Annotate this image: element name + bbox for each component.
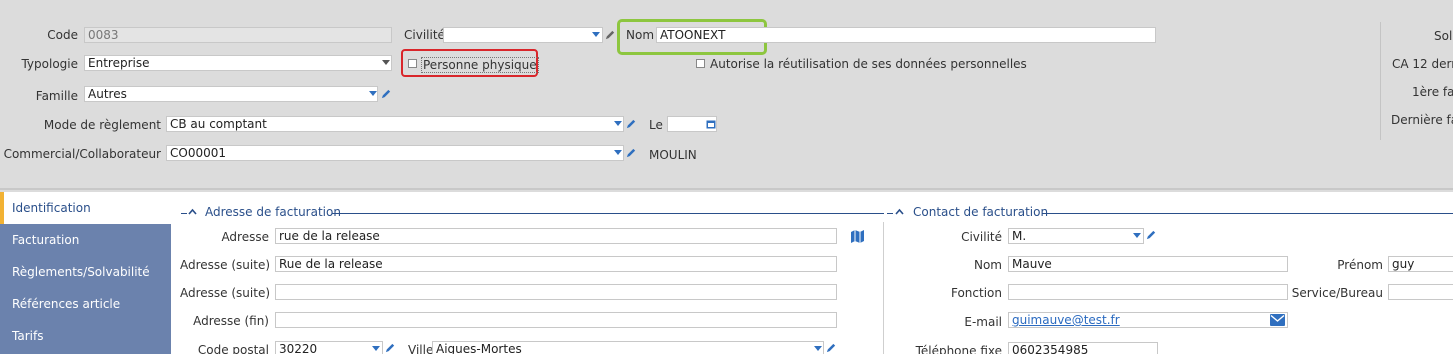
adresse-label: Adresse <box>221 230 269 244</box>
adresse-suite1-label: Adresse (suite) <box>180 258 271 272</box>
sidebar-item-tarifs[interactable]: Tarifs <box>0 320 171 352</box>
commercial-select[interactable]: CO00001 <box>166 145 624 161</box>
collapse-chevron-icon[interactable] <box>895 208 904 215</box>
contact-telephone-field[interactable]: 0602354985 <box>1008 342 1158 354</box>
contact-telephone-label: Téléphone fixe <box>915 344 1002 354</box>
contact-nom-label: Nom <box>973 258 1002 272</box>
ville-label: Ville <box>408 343 434 354</box>
collapse-chevron-icon[interactable] <box>188 208 197 215</box>
contact-service-field[interactable] <box>1388 284 1453 300</box>
chevron-down-icon[interactable] <box>372 346 380 351</box>
chevron-down-icon[interactable] <box>614 121 622 126</box>
chevron-down-icon[interactable] <box>592 32 600 37</box>
contact-civilite-select[interactable]: M. <box>1008 228 1144 244</box>
contact-prenom-field[interactable]: guy <box>1388 256 1453 272</box>
autorise-checkbox[interactable] <box>696 59 705 68</box>
edit-pencil-icon[interactable] <box>826 342 837 353</box>
section-line <box>332 213 884 214</box>
contact-fonction-field[interactable] <box>1008 284 1288 300</box>
famille-select[interactable]: Autres <box>84 86 378 102</box>
typologie-label: Typologie <box>21 57 78 71</box>
adresse-fin-field[interactable] <box>275 312 837 328</box>
edit-pencil-icon[interactable] <box>381 88 392 99</box>
sidebar-item-references-article[interactable]: Références article <box>0 288 171 320</box>
sidebar: Identification Facturation Règlements/So… <box>0 192 171 354</box>
solde-label: Sol <box>1434 29 1453 43</box>
chevron-down-icon[interactable] <box>814 346 822 351</box>
autorise-label[interactable]: Autorise la réutilisation de ses données… <box>710 57 1027 71</box>
premiere-facture-label: 1ère fa <box>1412 85 1453 99</box>
typologie-select[interactable]: Entreprise <box>84 55 392 71</box>
contact-prenom-label: Prénom <box>1337 258 1383 272</box>
personne-physique-label[interactable]: Personne physique <box>421 57 539 73</box>
sidebar-item-facturation[interactable]: Facturation <box>0 224 171 256</box>
ca-12-label: CA 12 derni <box>1392 57 1453 71</box>
contact-email-label: E-mail <box>964 315 1002 329</box>
code-field: 0083 <box>84 27 392 43</box>
chevron-down-icon[interactable] <box>614 150 622 155</box>
edit-pencil-icon[interactable] <box>1146 229 1157 240</box>
ville-field[interactable]: Aigues-Mortes <box>432 341 824 354</box>
sidebar-item-reglements[interactable]: Règlements/Solvabilité <box>0 256 171 288</box>
nom-label: Nom <box>626 28 655 42</box>
adresse-fin-label: Adresse (fin) <box>193 314 269 328</box>
civilite-label: Civilité <box>404 28 445 42</box>
contact-email-field[interactable]: guimauve@test.fr <box>1008 312 1288 328</box>
billing-contact-title: Contact de facturation <box>913 205 1049 219</box>
mode-reglement-label: Mode de règlement <box>43 118 161 132</box>
mode-reglement-select[interactable]: CB au comptant <box>166 116 624 132</box>
calendar-icon[interactable] <box>706 119 716 129</box>
sidebar-item-identification[interactable]: Identification <box>0 192 171 224</box>
chevron-down-icon[interactable] <box>1133 233 1141 238</box>
chevron-down-icon[interactable] <box>369 91 377 96</box>
right-panel-separator <box>1380 22 1381 140</box>
contact-nom-field[interactable]: Mauve <box>1008 256 1288 272</box>
section-line <box>1042 213 1453 214</box>
commercial-name: MOULIN <box>649 148 697 162</box>
code-label: Code <box>47 28 78 42</box>
chevron-down-icon[interactable] <box>382 60 390 65</box>
adresse-suite2-field[interactable] <box>275 284 837 300</box>
mail-icon[interactable] <box>1270 314 1285 326</box>
edit-pencil-icon[interactable] <box>626 147 637 158</box>
header-separator <box>0 188 1453 190</box>
edit-pencil-icon[interactable] <box>385 342 396 353</box>
contact-service-label: Service/Bureau <box>1291 286 1383 300</box>
personne-physique-checkbox[interactable] <box>408 59 417 68</box>
edit-pencil-icon[interactable] <box>626 118 637 129</box>
le-label: Le <box>649 118 663 132</box>
nom-field[interactable]: ATOONEXT <box>656 27 1156 43</box>
derniere-facture-label: Dernière fa <box>1391 113 1453 127</box>
column-separator <box>883 222 884 354</box>
code-postal-label: Code postal <box>197 343 269 354</box>
famille-label: Famille <box>35 89 78 103</box>
commercial-label: Commercial/Collaborateur <box>3 147 161 161</box>
edit-pencil-icon[interactable] <box>605 29 616 40</box>
adresse-field[interactable]: rue de la release <box>275 228 837 244</box>
contact-fonction-label: Fonction <box>950 286 1002 300</box>
main-panel <box>171 192 1453 354</box>
adresse-suite1-field[interactable]: Rue de la release <box>275 256 837 272</box>
email-link[interactable]: guimauve@test.fr <box>1012 313 1120 327</box>
code-postal-field[interactable]: 30220 <box>275 341 383 354</box>
section-line <box>887 213 893 214</box>
adresse-suite2-label: Adresse (suite) <box>180 286 271 300</box>
section-line <box>181 213 187 214</box>
map-icon[interactable] <box>850 229 865 244</box>
civilite-select[interactable] <box>443 27 603 43</box>
contact-civilite-label: Civilité <box>961 230 1002 244</box>
billing-address-title: Adresse de facturation <box>205 205 341 219</box>
